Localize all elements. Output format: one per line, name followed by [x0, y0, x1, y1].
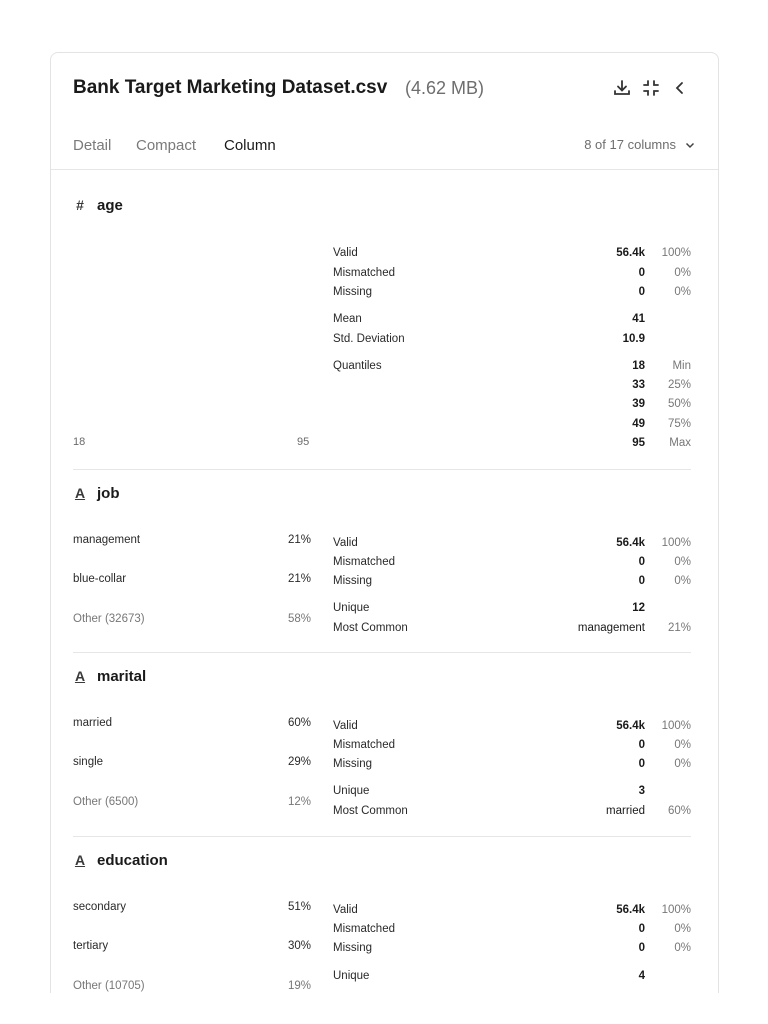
tab-column[interactable]: Column [224, 137, 276, 154]
download-icon[interactable] [611, 77, 633, 99]
section-divider [73, 652, 691, 653]
tab-compact[interactable]: Compact [136, 137, 196, 154]
collapse-icon[interactable] [669, 77, 691, 99]
stat-quantile-max: 95 Max [632, 437, 691, 449]
column-name: job [97, 484, 120, 502]
file-size: (4.62 MB) [405, 78, 485, 98]
histogram-axis-max: 95 [297, 436, 310, 448]
stat-mismatched: Mismatched 0 0% [333, 267, 691, 279]
stat-valid: Valid 56.4k 100% [333, 720, 691, 732]
section-divider [73, 469, 691, 470]
stat-missing: Missing 0 0% [333, 942, 691, 954]
section-header[interactable]: A education [73, 850, 168, 870]
histogram-axis-min: 18 [73, 436, 86, 448]
stat-missing: Missing 0 0% [333, 575, 691, 587]
stat-mismatched: Mismatched 0 0% [333, 923, 691, 935]
column-section-job: A job management 21% blue-collar 21% Other… [73, 483, 691, 655]
stat-missing: Missing 0 0% [333, 286, 691, 298]
stat-valid: Valid 56.4k 100% [333, 247, 691, 259]
stat-mismatched: Mismatched 0 0% [333, 556, 691, 568]
numeric-type-icon: # [76, 197, 84, 213]
column-name: education [97, 851, 168, 869]
stat-unique: Unique 12 [333, 602, 645, 614]
section-header[interactable]: A marital [73, 666, 146, 686]
stat-mean: Mean 41 [333, 313, 645, 325]
section-divider [73, 836, 691, 837]
stat-quantile-min: Quantiles 18 Min [333, 360, 691, 372]
stat-unique: Unique 3 [333, 785, 645, 797]
dataset-card: Bank Target Marketing Dataset.csv (4.62 … [50, 52, 719, 993]
section-header[interactable]: A job [73, 483, 120, 503]
chevron-down-icon [685, 142, 695, 148]
stat-most-common: Most Common married 60% [333, 805, 691, 817]
columns-selector-label: 8 of 17 columns [584, 137, 676, 152]
stat-quantile-50: 39 50% [632, 398, 691, 410]
stat-std-deviation: Std. Deviation 10.9 [333, 333, 645, 345]
text-type-icon: A [74, 668, 86, 684]
column-section-education: A education secondary 51% tertiary 30% Oth… [73, 850, 691, 993]
section-header[interactable]: # age [73, 195, 123, 215]
column-name: marital [97, 667, 147, 685]
stat-missing: Missing 0 0% [333, 758, 691, 770]
text-type-icon: A [74, 852, 86, 868]
stat-quantile-75: 49 75% [632, 418, 691, 430]
tab-detail[interactable]: Detail [73, 137, 111, 154]
stat-valid: Valid 56.4k 100% [333, 537, 691, 549]
column-section-marital: A marital married 60% single 29% Other (65… [73, 666, 691, 838]
card-header: Bank Target Marketing Dataset.csv (4.62 … [73, 77, 694, 101]
column-name: age [97, 196, 123, 214]
header-divider [51, 169, 718, 170]
text-type-icon: A [74, 485, 86, 501]
fullscreen-icon[interactable] [640, 77, 662, 99]
stat-valid: Valid 56.4k 100% [333, 904, 691, 916]
stat-most-common: Most Common management 21% [333, 622, 691, 634]
stat-mismatched: Mismatched 0 0% [333, 739, 691, 751]
columns-selector[interactable]: 8 of 17 columns [584, 137, 696, 152]
view-tabs: Detail Compact Column 8 of 17 columns [73, 135, 696, 159]
file-title: Bank Target Marketing Dataset.csv [73, 77, 388, 98]
stat-quantile-25: 33 25% [632, 379, 691, 391]
stat-unique: Unique 4 [333, 970, 645, 982]
column-section-age: # age 18 95 Valid 56.4k 100% Mismatched 0 0%… [73, 193, 691, 471]
